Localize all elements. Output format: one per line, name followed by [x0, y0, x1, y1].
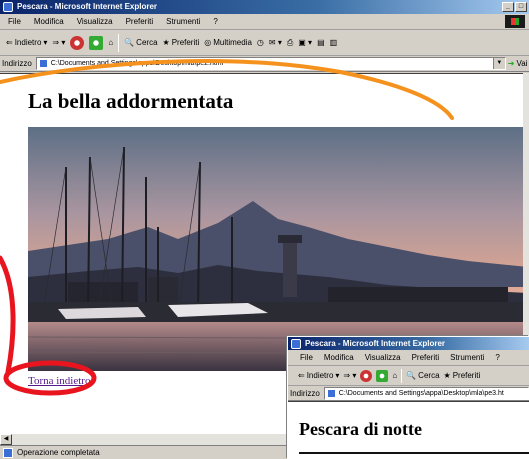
stop-icon[interactable]: [360, 369, 373, 382]
forward-button[interactable]: ⇒ ▾: [343, 371, 356, 380]
back-button[interactable]: ⇐ Indietro ▾: [6, 38, 47, 47]
internet-explorer-icon: [291, 339, 301, 349]
status-text: Operazione completata: [17, 448, 100, 457]
menu-help[interactable]: ?: [213, 17, 217, 26]
go-button[interactable]: ➜ Vai: [508, 59, 528, 68]
page-heading-2: Pescara di notte: [299, 419, 422, 439]
page-icon: [38, 59, 48, 68]
mail-icon[interactable]: ✉ ▾: [269, 38, 282, 47]
page-heading: La bella addormentata: [28, 89, 234, 113]
refresh-icon[interactable]: [89, 35, 104, 50]
menu-bar-2: File Modifica Visualizza Preferiti Strum…: [288, 350, 529, 366]
back-arrow-icon: ⇐: [298, 371, 305, 380]
favorites-icon: ★: [162, 38, 170, 47]
back-arrow-icon: ⇐: [6, 38, 13, 47]
search-icon: 🔍: [124, 38, 135, 47]
multimedia-icon: ◎: [204, 38, 212, 47]
favorites-button[interactable]: ★ Preferiti: [163, 38, 200, 47]
menu-file[interactable]: File: [8, 17, 21, 26]
favorites-icon: ★: [443, 371, 451, 380]
page-viewport-2: Pescara di notte: [288, 401, 529, 459]
back-label: Indietro: [306, 371, 334, 380]
address-bar-2: Indirizzo C:\Documents and Settings\appa…: [288, 386, 529, 401]
window-controls: _ □: [502, 2, 527, 12]
menu-visualizza[interactable]: Visualizza: [365, 353, 401, 362]
back-label: Indietro: [14, 38, 42, 47]
address-bar: Indirizzo C:\Documents and Settings\appa…: [0, 56, 529, 72]
history-icon[interactable]: ◷: [257, 38, 264, 47]
multimedia-button[interactable]: ◎ Multimedia: [204, 38, 252, 47]
menu-visualizza[interactable]: Visualizza: [77, 17, 113, 26]
search-icon: 🔍: [406, 371, 417, 380]
scroll-left-button[interactable]: ◀: [0, 434, 12, 445]
internet-explorer-icon: [3, 2, 13, 12]
back-link[interactable]: Torna indietro: [28, 375, 90, 387]
address-dropdown-button[interactable]: ▼: [492, 58, 505, 69]
windows-logo-icon: [505, 15, 525, 28]
browser-window-second[interactable]: Pescara - Microsoft Internet Explorer Fi…: [287, 336, 529, 459]
page-icon: [326, 388, 336, 398]
favorites-label: Preferiti: [171, 38, 200, 47]
address-input[interactable]: C:\Documents and Settings\appa\Desktop\m…: [35, 57, 506, 70]
address-value-2: C:\Documents and Settings\appa\Desktop\m…: [338, 389, 504, 397]
window-title: Pescara - Microsoft Internet Explorer: [17, 2, 158, 11]
forward-button[interactable]: ⇒ ▾: [52, 38, 65, 47]
home-icon[interactable]: ⌂: [392, 371, 397, 380]
menu-preferiti[interactable]: Preferiti: [412, 353, 440, 362]
page-done-icon: [3, 447, 13, 458]
menu-file[interactable]: File: [300, 353, 313, 362]
standard-toolbar: ⇐ Indietro ▾ ⇒ ▾ ⌂ 🔍 Cerca ★ Preferiti ◎…: [0, 30, 529, 56]
address-label: Indirizzo: [290, 388, 320, 398]
toolbar-separator: [401, 368, 403, 383]
search-label: Cerca: [136, 38, 158, 47]
menu-bar: File Modifica Visualizza Preferiti Strum…: [0, 14, 529, 30]
messenger-icon[interactable]: ▥: [330, 38, 338, 47]
edit-icon[interactable]: ▣ ▾: [298, 38, 312, 47]
menu-strumenti[interactable]: Strumenti: [450, 353, 484, 362]
chevron-down-icon: ▾: [335, 371, 340, 380]
back-button[interactable]: ⇐ Indietro ▾: [298, 371, 339, 380]
search-button[interactable]: 🔍 Cerca: [406, 371, 439, 380]
menu-strumenti[interactable]: Strumenti: [166, 17, 200, 26]
home-icon[interactable]: ⌂: [108, 38, 113, 47]
favorites-button[interactable]: ★ Preferiti: [444, 371, 481, 380]
stop-icon[interactable]: [70, 35, 85, 50]
search-label: Cerca: [418, 371, 440, 380]
go-arrow-icon: ➜: [507, 59, 515, 68]
horizontal-scrollbar[interactable]: ◀: [0, 433, 290, 445]
go-label: Vai: [516, 59, 528, 68]
favorites-label: Preferiti: [452, 371, 481, 380]
photo-top-edge: [299, 452, 529, 454]
refresh-icon[interactable]: [376, 369, 389, 382]
address-value: C:\Documents and Settings\appa\Desktop\m…: [50, 60, 224, 67]
maximize-button[interactable]: □: [515, 2, 527, 12]
toolbar-separator: [118, 33, 120, 52]
search-button[interactable]: 🔍 Cerca: [124, 38, 157, 47]
title-bar[interactable]: Pescara - Microsoft Internet Explorer _ …: [0, 0, 529, 14]
print-icon[interactable]: ⎙: [287, 38, 293, 48]
multimedia-label: Multimedia: [213, 38, 252, 47]
harbor-sunset-photo: [28, 127, 528, 371]
address-label: Indirizzo: [2, 59, 32, 68]
menu-preferiti[interactable]: Preferiti: [126, 17, 154, 26]
chevron-down-icon: ▾: [43, 38, 48, 47]
discuss-icon[interactable]: ▤: [317, 38, 325, 47]
address-input-2[interactable]: C:\Documents and Settings\appa\Desktop\m…: [323, 386, 529, 400]
title-bar-2[interactable]: Pescara - Microsoft Internet Explorer: [288, 337, 529, 350]
minimize-button[interactable]: _: [502, 2, 514, 12]
menu-modifica[interactable]: Modifica: [34, 17, 64, 26]
window-title-2: Pescara - Microsoft Internet Explorer: [305, 339, 446, 348]
menu-help[interactable]: ?: [495, 353, 499, 362]
menu-modifica[interactable]: Modifica: [324, 353, 354, 362]
standard-toolbar-2: ⇐ Indietro ▾ ⇒ ▾ ⌂ 🔍 Cerca ★ Preferiti: [288, 366, 529, 386]
